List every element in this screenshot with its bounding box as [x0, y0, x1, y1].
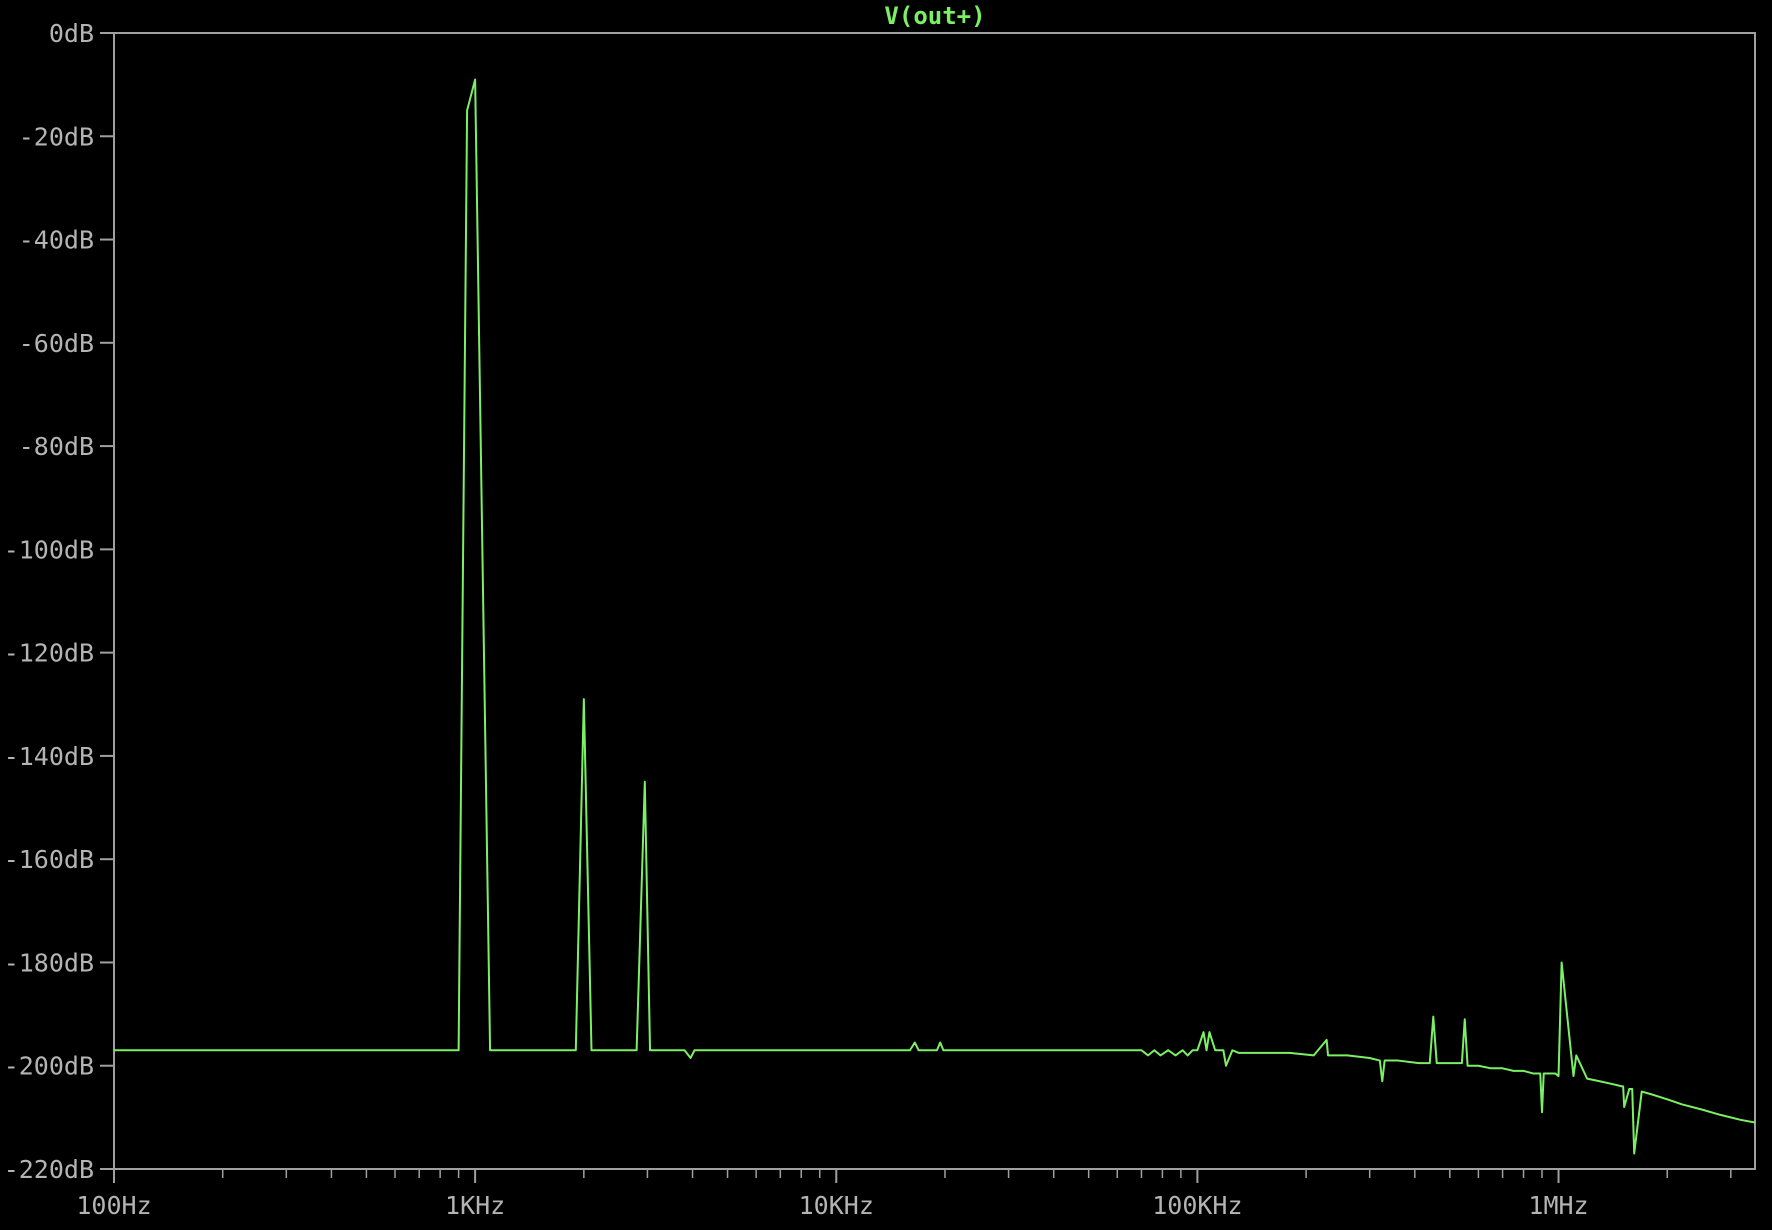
- chart-title: V(out+): [884, 2, 985, 30]
- x-tick-label: 100KHz: [1152, 1191, 1242, 1220]
- x-tick-label: 100Hz: [76, 1191, 151, 1220]
- y-tick-label: 0dB: [49, 19, 94, 48]
- y-tick-label: -180dB: [4, 948, 94, 977]
- y-tick-label: -160dB: [4, 845, 94, 874]
- x-tick-label: 1KHz: [445, 1191, 505, 1220]
- y-tick-label: -60dB: [19, 329, 94, 358]
- x-tick-label: 1MHz: [1528, 1191, 1588, 1220]
- plot-background: [0, 0, 1772, 1230]
- y-tick-label: -80dB: [19, 432, 94, 461]
- y-tick-label: -100dB: [4, 535, 94, 564]
- y-tick-label: -200dB: [4, 1052, 94, 1081]
- y-tick-label: -120dB: [4, 639, 94, 668]
- x-tick-label: 10KHz: [799, 1191, 874, 1220]
- y-tick-label: -20dB: [19, 122, 94, 151]
- y-tick-label: -40dB: [19, 226, 94, 255]
- y-tick-label: -140dB: [4, 742, 94, 771]
- y-tick-label: -220dB: [4, 1155, 94, 1184]
- spectrum-plot: V(out+) 0dB -20dB -40dB -60dB -80dB -100dB -12…: [0, 0, 1772, 1230]
